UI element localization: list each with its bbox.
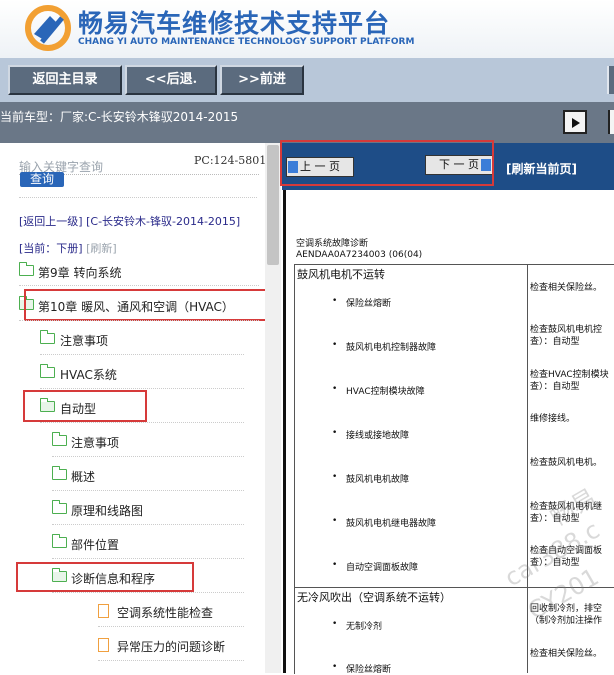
divider	[19, 285, 259, 286]
divider	[19, 320, 259, 321]
tree-item-label: 部件位置	[71, 538, 120, 552]
tree-item-wiring[interactable]: 原理和线路图	[52, 500, 242, 520]
folder-icon	[52, 534, 67, 548]
tree-item-label: 空调系统性能检查	[117, 606, 214, 620]
section-title: 无冷风吹出（空调系统不运转）	[297, 591, 451, 604]
section-title: 鼓风机电机不运转	[297, 268, 385, 281]
tree-item-hvac-system[interactable]: HVAC系统	[40, 364, 240, 384]
folder-icon	[40, 330, 55, 344]
action-value: 检查鼓风机电机控 查）：自动型	[530, 325, 603, 347]
action-text: 检查鼓风机电机控 查）：自动型	[530, 324, 602, 348]
app-subtitle: CHANG YI AUTO MAINTENANCE TECHNOLOGY SUP…	[78, 37, 415, 47]
home-button[interactable]: 返回主目录	[8, 65, 122, 95]
cause-text: 无制冷剂	[332, 619, 382, 632]
action-text: 检查相关保险丝。	[530, 283, 603, 293]
current-vehicle: 当前车型：厂家:C-长安铃木锋驭2014-2015	[0, 108, 238, 125]
action-text: 维修接线。	[530, 414, 576, 424]
cause-text: HVAC控制模块故障	[332, 384, 425, 397]
action-text: 检查相关保险丝。	[530, 649, 603, 659]
panel-toggle-icon[interactable]	[608, 110, 614, 134]
main-toolbar: 返回主目录 <<后退. >>前进	[0, 58, 614, 102]
tree-item-label: 第9章 转向系统	[38, 266, 122, 280]
toolbar-extra-button[interactable]	[607, 66, 614, 94]
cause-text: 自动空调面板故障	[332, 560, 418, 573]
divider	[52, 524, 244, 525]
divider	[98, 626, 244, 627]
folder-icon	[52, 466, 67, 480]
tree-item-label: 注意事项	[60, 334, 109, 348]
folder-icon	[52, 500, 67, 514]
divider	[98, 660, 244, 661]
search-button[interactable]: 查询	[20, 172, 64, 187]
logo-icon	[25, 5, 71, 51]
divider	[52, 456, 244, 457]
app-header: 畅易汽车维修技术支持平台 CHANG YI AUTO MAINTENANCE T…	[0, 0, 614, 58]
action-text: 检查HVAC控制模块 查）：自动型	[530, 369, 609, 393]
pc-code: PC:124-5801	[194, 154, 267, 167]
divider	[40, 354, 244, 355]
tree-item-label: 注意事项	[71, 436, 120, 450]
cause-text: 接线或接地故障	[332, 428, 409, 441]
highlight-box	[23, 390, 147, 422]
document-icon	[98, 638, 109, 652]
document-title: 空调系统故障诊断	[296, 239, 369, 249]
action-value: 检查HVAC控制模块 查）：自动型	[530, 370, 609, 392]
refresh-page-button[interactable]: [刷新当前页]	[506, 160, 577, 177]
highlight-box	[280, 140, 494, 186]
current-label: [当前：下册]	[19, 242, 83, 255]
tree-item-pressure-diagnosis[interactable]: 异常压力的问题诊断	[98, 636, 258, 656]
back-up-link[interactable]: [返回上一级]	[19, 215, 83, 228]
expand-panel-icon[interactable]	[563, 110, 587, 134]
back-path-link[interactable]: [C-长安铃木-锋驭-2014-2015]	[86, 215, 240, 228]
tree-item-precautions-auto[interactable]: 注意事项	[52, 432, 242, 452]
divider	[19, 197, 257, 198]
tree-item-performance-check[interactable]: 空调系统性能检查	[98, 602, 258, 622]
highlight-box	[16, 562, 194, 592]
breadcrumb: [返回上一级] [C-长安铃木-锋驭-2014-2015]	[19, 215, 257, 228]
vehicle-bar: 当前车型：厂家:C-长安铃木锋驭2014-2015	[0, 102, 614, 143]
current-location: [当前：下册] [刷新]	[19, 240, 117, 256]
highlight-box	[24, 289, 276, 321]
divider	[52, 490, 244, 491]
document-icon	[98, 604, 109, 618]
tree-item-precautions[interactable]: 注意事项	[40, 330, 240, 350]
cause-text: 保险丝熔断	[332, 296, 391, 309]
cause-text: 鼓风机电机故障	[332, 472, 409, 485]
app-title: 畅易汽车维修技术支持平台	[78, 9, 391, 38]
folder-icon	[40, 364, 55, 378]
action-text: 检查鼓风机电机。	[530, 458, 603, 468]
divider	[52, 592, 244, 593]
document-code: AENDAA0A7234003 (06(04)	[296, 250, 423, 260]
folder-icon	[19, 262, 34, 276]
tree-item-component-location[interactable]: 部件位置	[52, 534, 242, 554]
divider	[40, 422, 244, 423]
cause-text: 鼓风机电机控制器故障	[332, 340, 436, 353]
divider	[40, 388, 244, 389]
forward-button[interactable]: >>前进	[220, 65, 304, 95]
tree-item-chapter9[interactable]: 第9章 转向系统	[19, 262, 259, 282]
cause-text: 鼓风机电机继电器故障	[332, 516, 436, 529]
tree-item-label: HVAC系统	[60, 368, 117, 382]
tree-item-label: 概述	[71, 470, 96, 484]
tree-item-label: 原理和线路图	[71, 504, 144, 518]
cause-text: 保险丝熔断	[332, 662, 391, 675]
vehicle-label: 当前车型：	[0, 110, 61, 124]
refresh-link[interactable]: [刷新]	[86, 242, 117, 255]
scrollbar-thumb[interactable]	[267, 145, 279, 265]
tree-item-label: 异常压力的问题诊断	[117, 640, 226, 654]
divider	[52, 558, 244, 559]
vehicle-maker: 厂家:C-长安铃木锋驭2014-2015	[60, 110, 239, 124]
back-button[interactable]: <<后退.	[125, 65, 217, 95]
folder-icon	[52, 432, 67, 446]
table-divider	[527, 264, 528, 673]
tree-item-overview[interactable]: 概述	[52, 466, 242, 486]
